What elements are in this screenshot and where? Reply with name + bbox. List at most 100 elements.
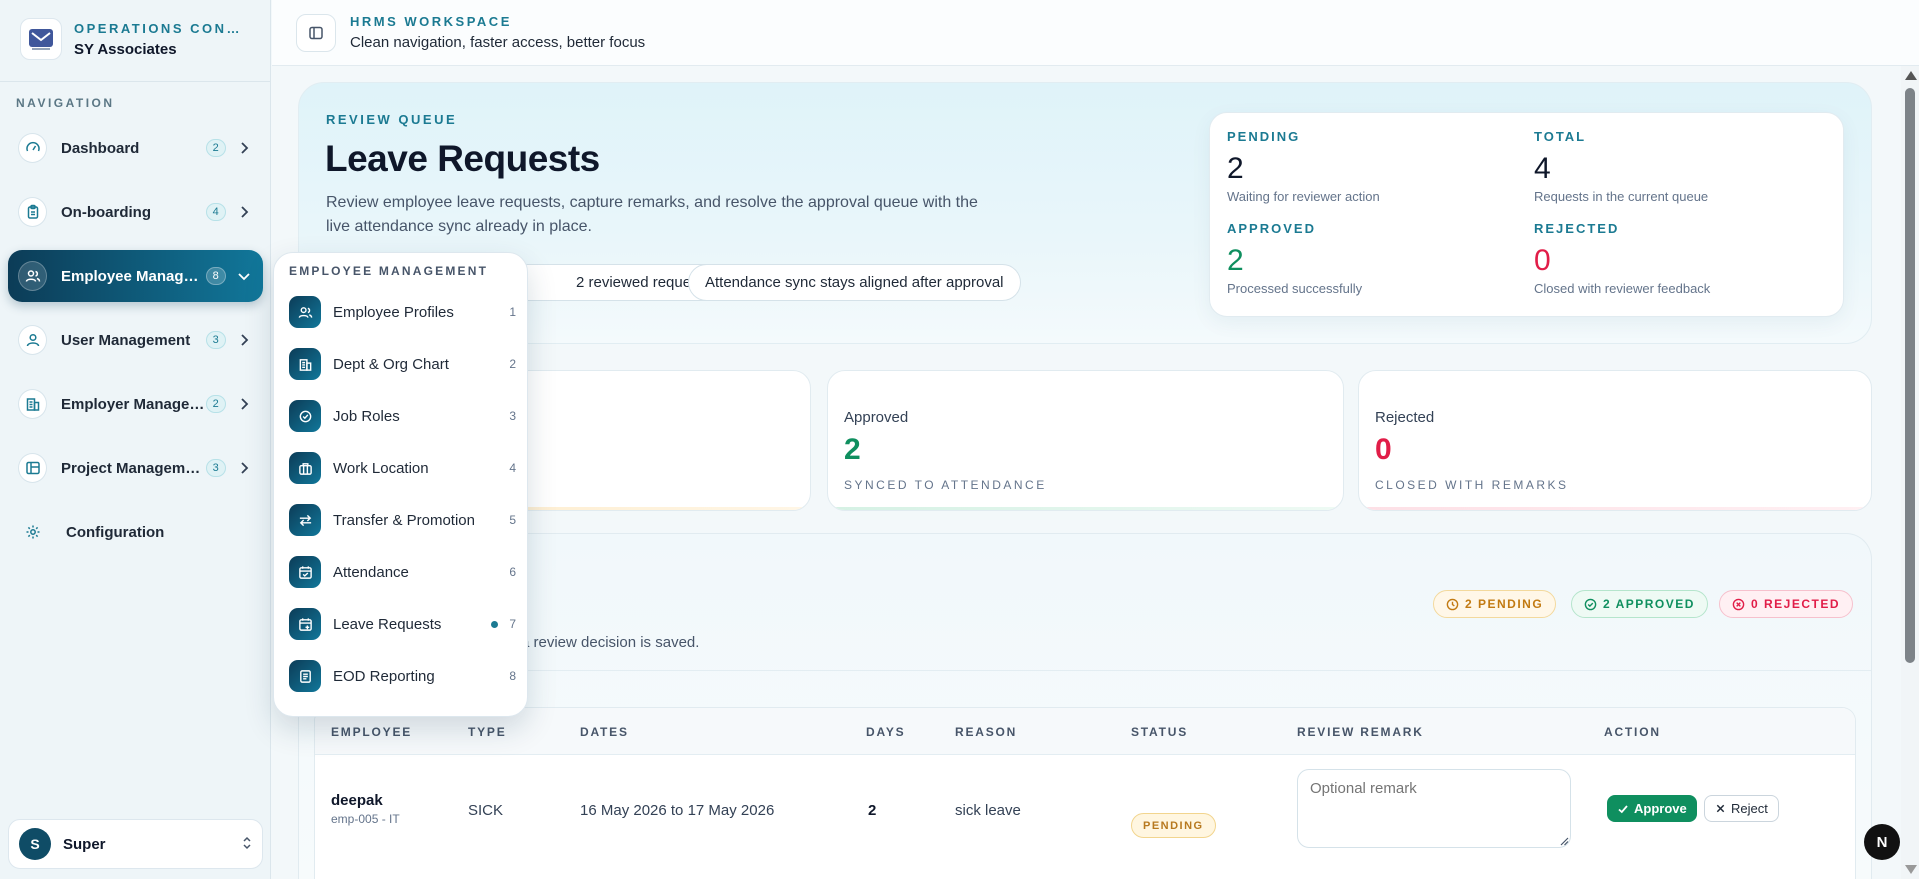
flyout-item-job-roles[interactable]: Job Roles 3 [289,399,516,433]
leave-reason: sick leave [955,802,1021,819]
flyout-item-work-location[interactable]: Work Location 4 [289,451,516,485]
leave-requests-table: EMPLOYEE TYPE DATES DAYS REASON STATUS R… [314,707,1856,879]
sidebar-item-employer-management[interactable]: Employer Management 2 [8,378,263,430]
table-header: EMPLOYEE TYPE DATES DAYS REASON STATUS R… [315,708,1855,755]
employee-name: deepak [331,792,383,809]
dev-tools-badge[interactable]: N [1864,824,1900,860]
count-badge: 3 [205,459,226,477]
users-icon [18,261,47,291]
stat-label: APPROVED [1227,221,1316,236]
sync-pill: Attendance sync stays aligned after appr… [688,264,1021,301]
stat-value: 4 [1534,152,1551,185]
count-badge: 4 [205,203,226,221]
summary-rejected: REJECTED 0 Closed with reviewer feedback [1534,221,1824,296]
flyout-item-eod-reporting[interactable]: EOD Reporting 8 [289,659,516,693]
chip-label: 2 PENDING [1465,597,1544,611]
status-badge: PENDING [1131,813,1216,838]
sidebar-item-label: Employer Management [61,395,206,413]
reject-button[interactable]: Reject [1704,795,1779,822]
x-circle-icon [1732,598,1745,610]
gear-icon [18,517,48,547]
workspace-subtitle: Clean navigation, faster access, better … [350,34,646,51]
flyout-item-label: Transfer & Promotion [333,511,475,529]
flyout-item-number: 6 [509,565,516,579]
user-name: Super [63,835,106,853]
section-subtitle: a review decision is saved. [521,634,700,651]
flyout-item-employee-profiles[interactable]: Employee Profiles 1 [289,295,516,329]
building-icon [289,348,321,380]
column-header: TYPE [468,725,507,739]
table-row: deepak emp-005 - IT SICK 16 May 2026 to … [315,755,1855,879]
chevrons-up-down-icon [242,836,252,853]
leave-dates: 16 May 2026 to 17 May 2026 [580,802,775,819]
page-scrollbar[interactable] [1901,66,1919,879]
sidebar-item-project-management[interactable]: Project Management 3 [8,442,263,494]
flyout-item-transfer-promotion[interactable]: Transfer & Promotion 5 [289,503,516,537]
flyout-item-number: 2 [509,357,516,371]
scroll-thumb[interactable] [1905,88,1915,663]
pending-chip: 2 PENDING [1433,590,1557,618]
toggle-sidebar-button[interactable] [296,14,336,52]
leave-days: 2 [868,802,877,819]
flyout-item-label: Dept & Org Chart [333,355,449,373]
sidebar-item-label: Configuration [66,523,165,541]
brand[interactable]: OPERATIONS CONSOLE SY Associates [20,18,260,60]
metric-title: Approved [844,409,909,426]
page-title: Leave Requests [325,138,600,179]
sidebar-item-employee-management[interactable]: Employee Management 8 [8,250,263,302]
flyout-item-attendance[interactable]: Attendance 6 [289,555,516,589]
sidebar-item-label: User Management [61,331,191,349]
page-description: Review employee leave requests, capture … [326,194,978,235]
chip-label: 0 REJECTED [1751,597,1841,611]
arrows-left-right-icon [289,504,321,536]
sidebar-item-onboarding[interactable]: On-boarding 4 [8,186,263,238]
stat-value: 2 [1227,152,1244,185]
flyout-item-leave-requests[interactable]: Leave Requests 7 [289,607,516,641]
flyout-item-label: EOD Reporting [333,667,435,685]
scroll-up-arrow-icon[interactable] [1905,71,1917,80]
employee-meta: emp-005 - IT [331,812,400,826]
stat-desc: Requests in the current queue [1534,189,1709,204]
column-header: ACTION [1604,725,1661,739]
workspace-kicker: HRMS WORKSPACE [350,14,512,29]
column-header: STATUS [1131,725,1189,739]
hero-kicker: REVIEW QUEUE [326,112,458,127]
flyout-item-dept-org-chart[interactable]: Dept & Org Chart 2 [289,347,516,381]
column-header: EMPLOYEE [331,725,413,739]
summary-pending: PENDING 2 Waiting for reviewer action [1227,129,1517,204]
briefcase-icon [289,452,321,484]
metric-value: 2 [844,433,861,466]
count-badge: 2 [205,139,226,157]
chevron-right-icon [236,206,253,218]
stat-desc: Processed successfully [1227,281,1363,296]
clock-icon [1446,598,1459,610]
sidebar-item-user-management[interactable]: User Management 3 [8,314,263,366]
user-icon [18,325,47,355]
leave-type: SICK [468,802,504,819]
review-remark-input[interactable] [1297,769,1571,848]
flyout-item-number: 1 [509,305,516,319]
panel-left-icon [309,26,323,40]
accent-bar [1359,507,1871,510]
nav-section-title: NAVIGATION [16,96,115,110]
count-badge: 8 [205,267,226,285]
accent-bar [828,507,1343,510]
approve-button[interactable]: Approve [1607,795,1697,822]
clipboard-icon [18,197,47,227]
brand-kicker: OPERATIONS CONSOLE [74,20,246,36]
chevron-right-icon [236,398,253,410]
flyout-title: EMPLOYEE MANAGEMENT [289,264,489,278]
company-logo [20,18,62,60]
employee-management-flyout: EMPLOYEE MANAGEMENT Employee Profiles 1 … [273,252,528,717]
approved-chip: 2 APPROVED [1571,590,1708,618]
user-switcher[interactable]: S Super [8,819,263,869]
sidebar-item-dashboard[interactable]: Dashboard 2 [8,122,263,174]
building-icon [18,389,47,419]
rejected-chip: 0 REJECTED [1719,590,1854,618]
approve-label: Approve [1634,801,1687,816]
count-badge: 2 [205,395,226,413]
flyout-item-label: Job Roles [333,407,400,425]
resize-handle-icon[interactable] [1559,836,1569,846]
sidebar-item-configuration[interactable]: Configuration [8,506,263,558]
scroll-down-arrow-icon[interactable] [1905,865,1917,874]
